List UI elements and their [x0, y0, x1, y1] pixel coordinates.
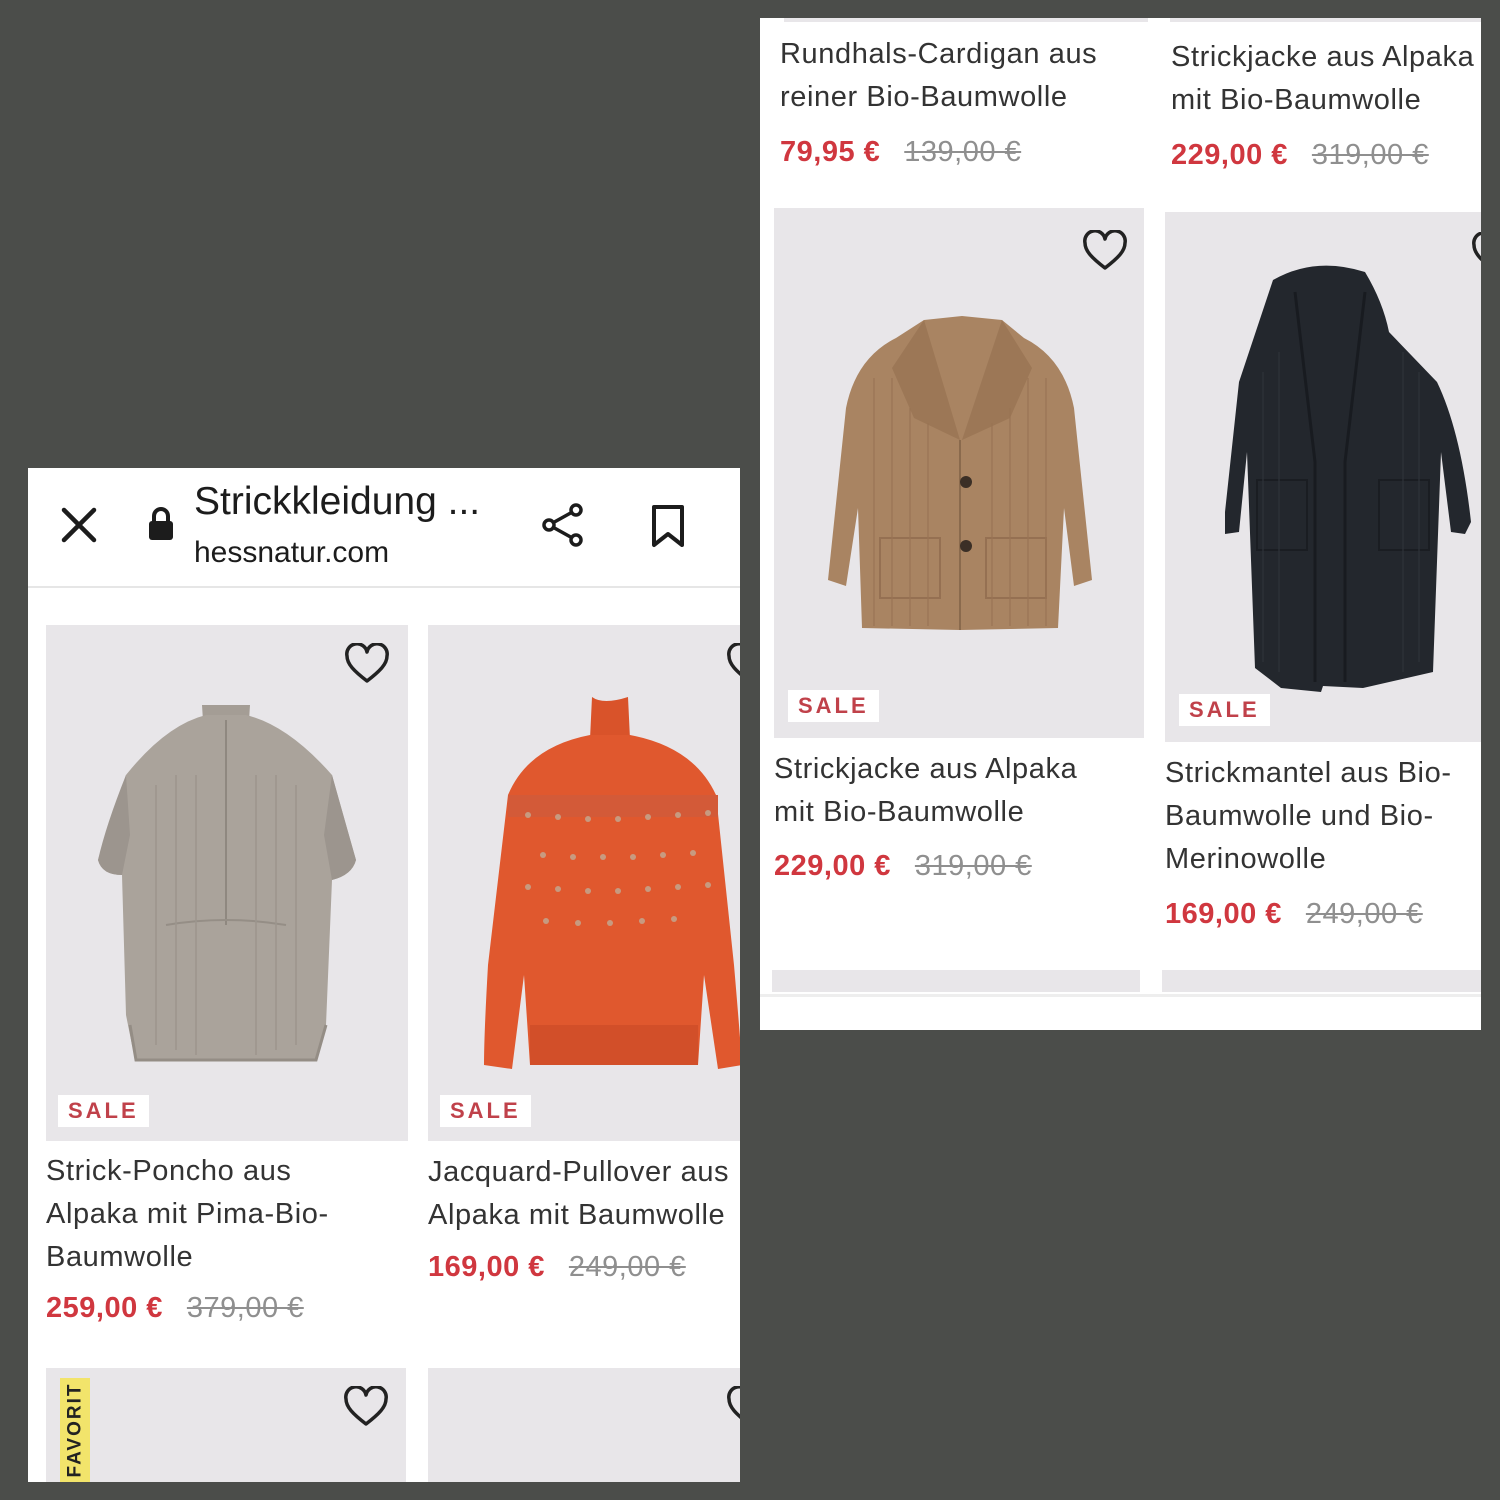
- share-icon[interactable]: [540, 502, 586, 548]
- page-url[interactable]: hessnatur.com: [194, 536, 389, 570]
- product-prices: 79,95 € 139,00 €: [780, 136, 1021, 169]
- product-name[interactable]: Strick-Poncho aus Alpaka mit Pima-Bio- B…: [46, 1150, 329, 1279]
- product-name[interactable]: Strickjacke aus Alpaka mit Bio-Baumwolle: [774, 748, 1077, 834]
- product-prices: 229,00 € 319,00 €: [774, 850, 1032, 883]
- poncho-image: [98, 705, 356, 1062]
- heart-icon[interactable]: [1082, 230, 1128, 272]
- original-price: 249,00 €: [568, 1251, 686, 1283]
- product-name[interactable]: Strickjacke aus Alpaka mit Bio-Baumwolle: [1171, 36, 1481, 122]
- alpaka-jacket-image: [828, 316, 1092, 630]
- product-image-poncho[interactable]: SALE: [46, 625, 408, 1141]
- product-image-top-right[interactable]: [1170, 18, 1481, 22]
- product-name[interactable]: Strickmantel aus Bio- Baumwolle und Bio-…: [1165, 752, 1481, 881]
- original-price: 379,00 €: [186, 1292, 304, 1324]
- heart-icon[interactable]: [726, 643, 740, 685]
- original-price: 319,00 €: [914, 850, 1032, 882]
- sale-badge: SALE: [440, 1095, 531, 1127]
- product-image-next-right[interactable]: [1162, 970, 1481, 992]
- browser-toolbar: Strickkleidung ... hessnatur.com: [28, 468, 740, 588]
- product-prices: 259,00 € 379,00 €: [46, 1292, 304, 1325]
- product-image-next-left[interactable]: [772, 970, 1140, 992]
- product-card-alpaka-jacket[interactable]: SALE Strickjacke aus Alpaka mit Bio-Baum…: [774, 208, 1144, 888]
- jacquard-sweater-image: [484, 697, 740, 1069]
- page-title: Strickkleidung ...: [194, 480, 481, 523]
- sale-badge: SALE: [58, 1095, 149, 1127]
- product-prices: 229,00 € 319,00 €: [1171, 139, 1429, 172]
- product-card-jacquard[interactable]: SALE Jacquard-Pullover aus Alpaka mit Ba…: [428, 625, 740, 1305]
- favorit-badge: FAVORIT: [60, 1378, 90, 1482]
- sale-price: 259,00 €: [46, 1292, 163, 1324]
- sale-price: 79,95 €: [780, 136, 881, 168]
- heart-icon[interactable]: [343, 1386, 389, 1428]
- sale-price: 169,00 €: [1165, 898, 1282, 930]
- original-price: 319,00 €: [1311, 139, 1429, 171]
- product-card-poncho[interactable]: SALE Strick-Poncho aus Alpaka mit Pima-B…: [46, 625, 408, 1335]
- product-name[interactable]: Jacquard-Pullover aus Alpaka mit Baumwol…: [428, 1151, 740, 1237]
- product-image-strickmantel[interactable]: SALE: [1165, 212, 1481, 742]
- divider: [760, 994, 1481, 997]
- product-name[interactable]: Rundhals-Cardigan aus reiner Bio-Baumwol…: [780, 33, 1097, 119]
- original-price: 249,00 €: [1305, 898, 1423, 930]
- close-icon[interactable]: [58, 504, 100, 546]
- screenshot-left: Strickkleidung ... hessnatur.com SALE St…: [28, 468, 740, 1482]
- sale-price: 229,00 €: [774, 850, 891, 882]
- heart-icon[interactable]: [344, 643, 390, 685]
- original-price: 139,00 €: [904, 136, 1022, 168]
- sale-badge: SALE: [788, 690, 879, 722]
- product-card-strickmantel[interactable]: SALE Strickmantel aus Bio- Baumwolle und…: [1165, 212, 1481, 942]
- sale-price: 169,00 €: [428, 1251, 545, 1283]
- sale-badge: SALE: [1179, 694, 1270, 726]
- product-image-alpaka-jacket[interactable]: SALE: [774, 208, 1144, 738]
- heart-icon[interactable]: [1471, 232, 1481, 274]
- sale-price: 229,00 €: [1171, 139, 1288, 171]
- product-image-next-right[interactable]: [428, 1368, 740, 1482]
- lock-icon: [149, 507, 173, 540]
- screenshot-right: Rundhals-Cardigan aus reiner Bio-Baumwol…: [760, 18, 1481, 1030]
- product-image-top-left[interactable]: [784, 18, 1148, 22]
- bookmark-icon[interactable]: [650, 504, 686, 548]
- product-image-jacquard[interactable]: SALE: [428, 625, 740, 1141]
- product-prices: 169,00 € 249,00 €: [1165, 898, 1423, 931]
- heart-icon[interactable]: [726, 1386, 740, 1428]
- product-prices: 169,00 € 249,00 €: [428, 1251, 686, 1284]
- strickmantel-image: [1225, 265, 1471, 692]
